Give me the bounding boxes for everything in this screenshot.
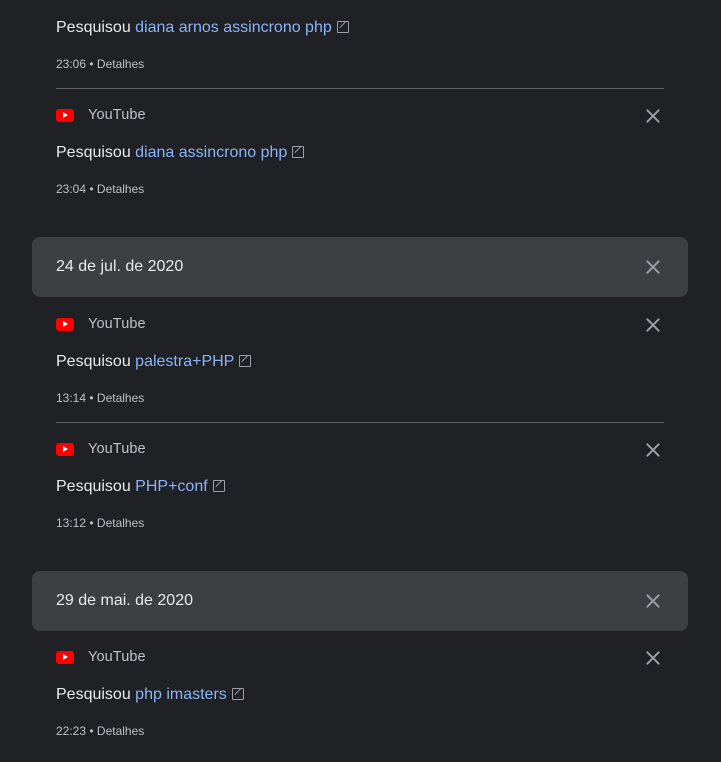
date-label: 29 de mai. de 2020 xyxy=(56,592,193,609)
delete-entry-button[interactable] xyxy=(643,315,663,335)
date-group-header: 24 de jul. de 2020 xyxy=(32,237,688,297)
search-query-link[interactable]: PHP+conf xyxy=(135,478,207,495)
entry-source: YouTube xyxy=(56,439,146,459)
details-link[interactable]: Detalhes xyxy=(97,57,144,71)
youtube-icon xyxy=(56,317,74,331)
entry-source: YouTube xyxy=(56,105,146,125)
details-link[interactable]: Detalhes xyxy=(97,391,144,405)
delete-entry-button[interactable] xyxy=(643,440,663,460)
entry-time: 13:14 xyxy=(56,391,87,405)
search-query-link[interactable]: palestra+PHP xyxy=(135,353,234,370)
delete-day-button[interactable] xyxy=(643,591,663,611)
youtube-icon xyxy=(56,442,74,456)
separator: • xyxy=(89,724,94,738)
entry-source: YouTube xyxy=(56,647,146,667)
date-group-header: 29 de mai. de 2020 xyxy=(32,571,688,631)
separator: • xyxy=(89,391,94,405)
entry-meta: 23:06 • Detalhes xyxy=(56,56,144,72)
separator: • xyxy=(89,182,94,196)
details-link[interactable]: Detalhes xyxy=(97,182,144,196)
external-link-icon[interactable] xyxy=(292,146,305,158)
delete-entry-button[interactable] xyxy=(643,648,663,668)
date-label: 24 de jul. de 2020 xyxy=(56,258,184,275)
source-name: YouTube xyxy=(88,107,146,123)
activity-history-page: Pesquisou diana arnos assincrono php 23:… xyxy=(0,0,721,762)
separator: • xyxy=(89,57,94,71)
external-link-icon[interactable] xyxy=(212,480,225,492)
entry-time: 13:12 xyxy=(56,516,87,530)
source-name: YouTube xyxy=(88,649,146,665)
external-link-icon[interactable] xyxy=(336,21,349,33)
entry-meta: 23:04 • Detalhes xyxy=(56,181,144,197)
separator: • xyxy=(89,516,94,530)
entry-meta: 13:14 • Detalhes xyxy=(56,390,144,406)
delete-day-button[interactable] xyxy=(643,257,663,277)
entry-title: Pesquisou diana arnos assincrono php xyxy=(56,18,349,38)
search-query-link[interactable]: diana assincrono php xyxy=(135,144,287,161)
entry-title: Pesquisou palestra+PHP xyxy=(56,352,252,372)
entry-title: Pesquisou PHP+conf xyxy=(56,477,225,497)
delete-entry-button[interactable] xyxy=(643,106,663,126)
entry-verb: Pesquisou xyxy=(56,478,131,495)
entry-verb: Pesquisou xyxy=(56,353,131,370)
entry-meta: 22:23 • Detalhes xyxy=(56,723,144,739)
external-link-icon[interactable] xyxy=(239,355,252,367)
entry-divider xyxy=(56,422,664,423)
entry-time: 23:04 xyxy=(56,182,87,196)
external-link-icon[interactable] xyxy=(231,688,244,700)
youtube-icon xyxy=(56,650,74,664)
entry-title: Pesquisou php imasters xyxy=(56,685,244,705)
entry-verb: Pesquisou xyxy=(56,144,131,161)
search-query-link[interactable]: diana arnos assincrono php xyxy=(135,19,332,36)
entry-meta: 13:12 • Detalhes xyxy=(56,515,144,531)
details-link[interactable]: Detalhes xyxy=(97,516,144,530)
details-link[interactable]: Detalhes xyxy=(97,724,144,738)
entry-title: Pesquisou diana assincrono php xyxy=(56,143,305,163)
entry-divider xyxy=(56,88,664,89)
entry-time: 23:06 xyxy=(56,57,87,71)
entry-time: 22:23 xyxy=(56,724,87,738)
search-query-link[interactable]: php imasters xyxy=(135,686,227,703)
source-name: YouTube xyxy=(88,316,146,332)
youtube-icon xyxy=(56,108,74,122)
entry-source: YouTube xyxy=(56,314,146,334)
source-name: YouTube xyxy=(88,441,146,457)
entry-verb: Pesquisou xyxy=(56,686,131,703)
entry-verb: Pesquisou xyxy=(56,19,131,36)
